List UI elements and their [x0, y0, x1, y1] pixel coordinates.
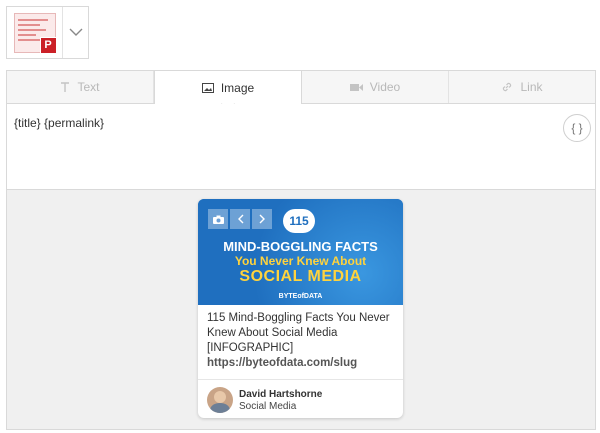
account-dropdown-toggle[interactable]	[63, 7, 88, 58]
author-name: David Hartshorne	[239, 388, 323, 400]
tab-text[interactable]: Text	[7, 71, 154, 103]
pinterest-icon: P	[39, 36, 57, 54]
post-type-tabs: Text Image Video Link	[7, 71, 595, 104]
image-controls	[208, 209, 272, 229]
image-headline-2: You Never Knew About	[234, 254, 367, 268]
tab-image-label: Image	[220, 80, 255, 95]
message-text[interactable]: {title} {permalink}	[14, 116, 104, 130]
link-icon	[503, 82, 512, 92]
pin-preview-card: 115 MIND-BOGGLING FACTS You Never Knew A…	[198, 199, 403, 418]
image-headline-1: MIND-BOGGLING FACTS	[223, 239, 378, 254]
pin-details: 115 Mind-Boggling Facts You Never Knew A…	[198, 305, 403, 371]
chevron-down-icon	[69, 28, 82, 36]
tab-text-label: Text	[77, 80, 100, 94]
account-thumbnail: P	[13, 12, 57, 54]
chevron-left-icon[interactable]	[230, 209, 250, 229]
tab-image[interactable]: Image	[154, 71, 302, 104]
account-selector[interactable]: P	[6, 6, 89, 59]
pin-author: David Hartshorne Social Media	[198, 380, 403, 418]
tab-link-label: Link	[520, 80, 543, 94]
image-headline-3: SOCIAL MEDIA	[239, 268, 362, 285]
message-editor[interactable]: {title} {permalink} { }	[7, 104, 595, 190]
image-icon	[201, 82, 214, 93]
tab-video[interactable]: Video	[302, 71, 449, 103]
post-composer: Text Image Video Link {title} {permalink…	[6, 70, 596, 430]
video-icon	[349, 83, 363, 91]
pin-link[interactable]: https://byteofdata.com/slug	[207, 356, 394, 371]
avatar	[207, 387, 233, 413]
tab-link[interactable]: Link	[449, 71, 595, 103]
image-brand: BYTEofDATA	[278, 293, 323, 300]
chevron-right-icon[interactable]	[252, 209, 272, 229]
tab-video-label: Video	[369, 80, 401, 94]
board-name: Social Media	[239, 400, 297, 412]
insert-variable-button[interactable]: { }	[563, 114, 591, 142]
pin-image: 115 MIND-BOGGLING FACTS You Never Knew A…	[198, 199, 403, 305]
text-icon	[61, 81, 70, 92]
image-badge-number: 115	[283, 209, 315, 233]
camera-icon[interactable]	[208, 209, 228, 229]
pin-title: 115 Mind-Boggling Facts You Never Knew A…	[207, 312, 390, 354]
account-avatar[interactable]: P	[7, 7, 63, 58]
